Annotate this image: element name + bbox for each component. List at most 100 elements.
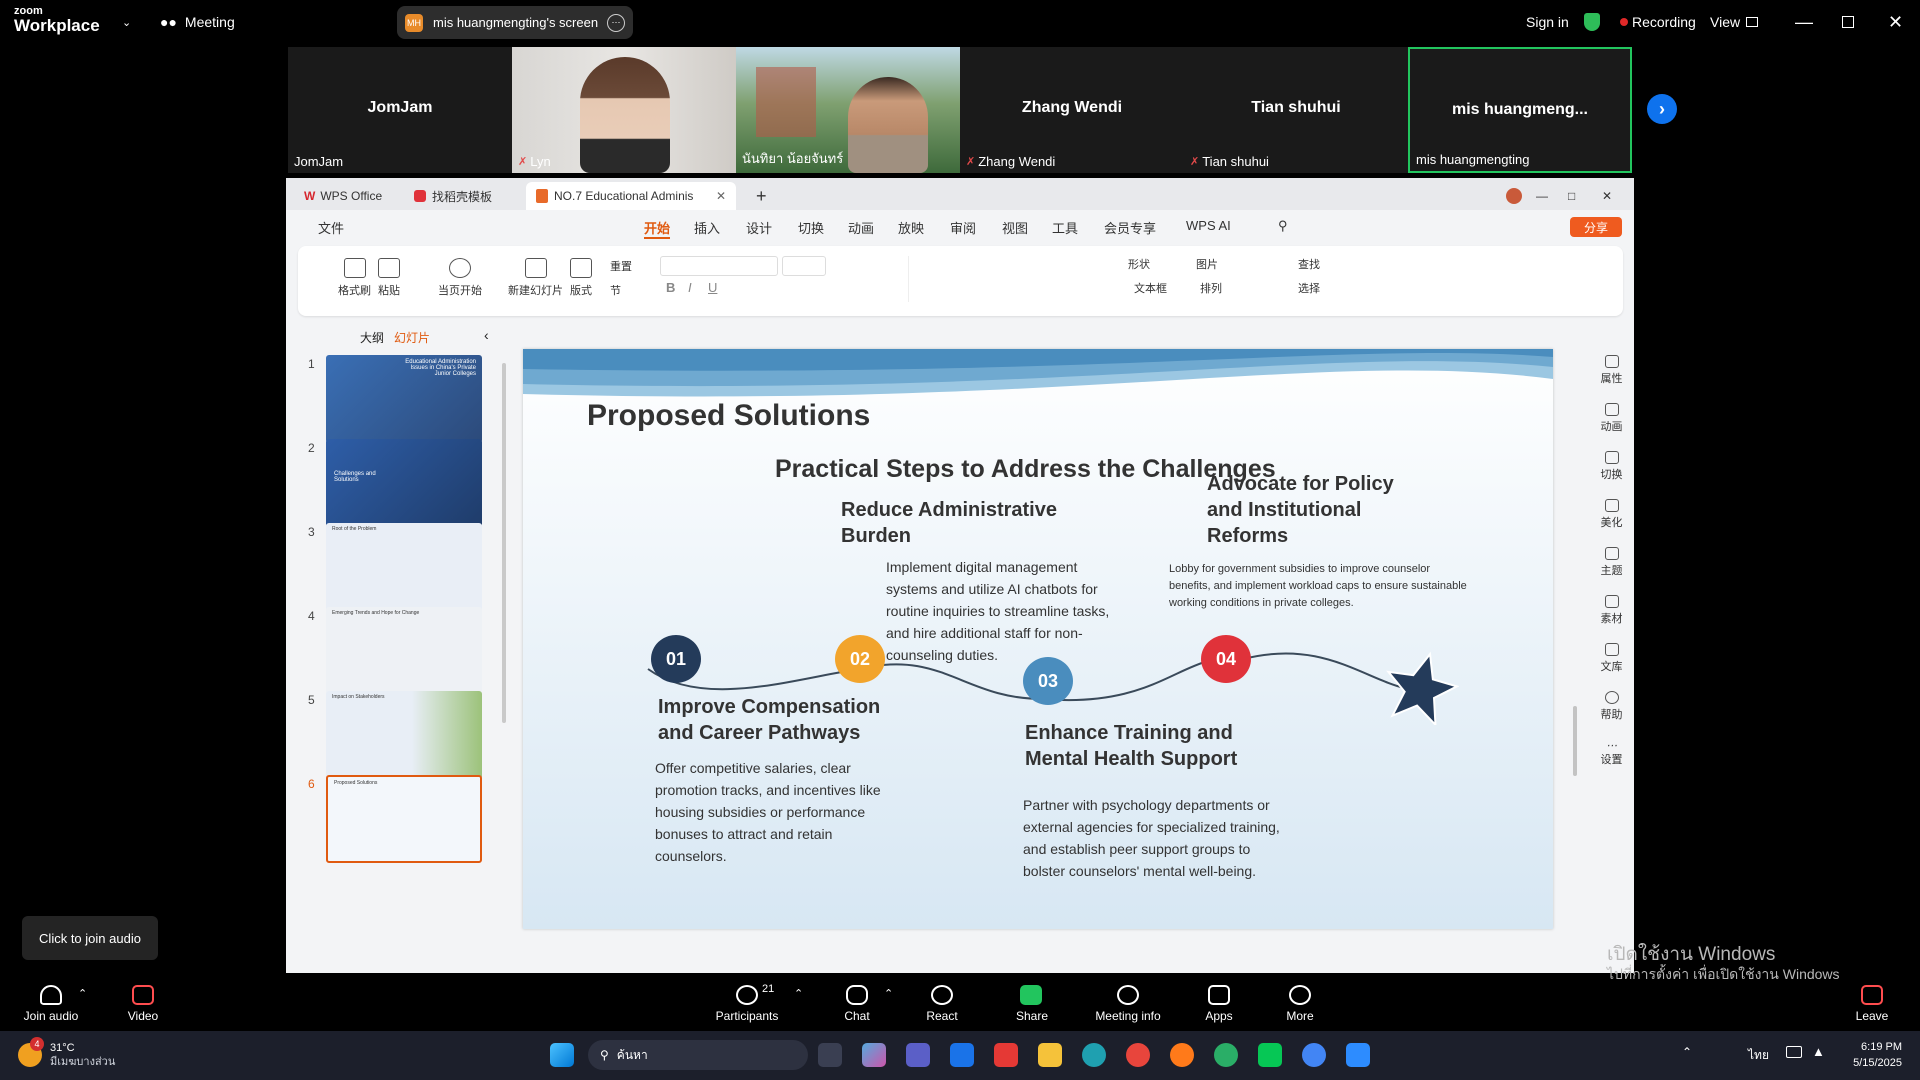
reset-button[interactable]: 重置 [610, 258, 632, 274]
italic-button[interactable]: I [688, 280, 692, 295]
react-button[interactable]: React [924, 973, 960, 1031]
slides-tab[interactable]: 幻灯片 [394, 329, 430, 346]
participant-tile-lyn[interactable]: ✗ Lyn [512, 47, 736, 173]
thumbnail-scrollbar[interactable] [502, 363, 506, 723]
layout-button[interactable]: 版式 [570, 258, 592, 298]
language-indicator[interactable]: ไทย [1748, 1046, 1769, 1065]
new-slide-button[interactable]: 新建幻灯片 [508, 258, 563, 298]
view-menu[interactable]: View [1710, 0, 1759, 44]
participants-button[interactable]: Participants [714, 973, 780, 1031]
library-button[interactable]: 文库 [1589, 643, 1634, 674]
logo-dropdown-icon[interactable]: ⌄ [122, 0, 131, 44]
outline-tab[interactable]: 大纲 [360, 329, 384, 346]
more-options-icon[interactable]: ⋯ [607, 13, 625, 32]
volume-icon[interactable]: ▲ [1812, 1044, 1825, 1059]
close-tab-icon[interactable]: ✕ [716, 189, 726, 203]
network-icon[interactable] [1786, 1046, 1802, 1058]
menu-file[interactable]: 文件 [318, 218, 344, 237]
menu-insert[interactable]: 插入 [694, 218, 720, 237]
font-size-select[interactable] [782, 256, 826, 276]
participants-caret[interactable]: ⌃ [794, 987, 803, 1000]
meeting-menu[interactable]: ●● Meeting [160, 0, 235, 44]
apps-button[interactable]: Apps [1204, 973, 1234, 1031]
file-explorer-icon[interactable] [1038, 1043, 1062, 1067]
more-button[interactable]: More [1284, 973, 1316, 1031]
paragraph-tools[interactable] [908, 256, 1118, 302]
tray-overflow-icon[interactable]: ⌃ [1682, 1045, 1692, 1059]
task-view-icon[interactable] [818, 1043, 842, 1067]
store-icon[interactable] [950, 1043, 974, 1067]
collapse-panel-icon[interactable]: ‹ [484, 327, 489, 343]
clock[interactable]: 6:19 PM 5/15/2025 [1840, 1039, 1902, 1071]
menu-slideshow[interactable]: 放映 [898, 218, 924, 237]
participant-tile-tian-shuhui[interactable]: Tian shuhui ✗ Tian shuhui [1184, 47, 1408, 173]
tab-wps-office[interactable]: W WPS Office [294, 182, 392, 210]
slide-scrollbar[interactable] [1573, 706, 1577, 776]
play-from-current-button[interactable]: 当页开始 [438, 258, 482, 298]
settings-button[interactable]: ⋯ 设置 [1589, 739, 1634, 767]
format-painter-button[interactable]: 格式刷 [338, 258, 371, 298]
screen-share-indicator[interactable]: MH mis huangmengting's screen ⋯ [397, 6, 633, 39]
bold-button[interactable]: B [666, 280, 675, 295]
line-icon[interactable] [1258, 1043, 1282, 1067]
menu-review[interactable]: 审阅 [950, 218, 976, 237]
slide-thumbnail-active[interactable]: Proposed Solutions [326, 775, 482, 863]
chrome-profile-icon[interactable] [1302, 1043, 1326, 1067]
section-button[interactable]: 节 [610, 282, 621, 298]
picture-button[interactable]: 图片 [1196, 256, 1218, 272]
chat-button[interactable]: Chat [842, 973, 872, 1031]
participant-tile-zhang-wendi[interactable]: Zhang Wendi ✗ Zhang Wendi [960, 47, 1184, 173]
security-shield-icon[interactable] [1584, 0, 1600, 44]
zoom-logo[interactable]: zoom Workplace [14, 6, 100, 35]
transition-button[interactable]: 切换 [1589, 451, 1634, 482]
help-button[interactable]: 帮助 [1589, 691, 1634, 722]
slide-thumbnail[interactable]: Educational Administration Issues in Chi… [326, 355, 482, 443]
window-restore[interactable]: □ [1558, 182, 1585, 210]
share-screen-button[interactable]: Share [1016, 973, 1048, 1031]
font-family-select[interactable] [660, 256, 778, 276]
copilot-icon[interactable] [862, 1043, 886, 1067]
tab-document[interactable]: NO.7 Educational Adminis ✕ [526, 182, 736, 210]
firefox-icon[interactable] [1170, 1043, 1194, 1067]
properties-button[interactable]: 属性 [1589, 355, 1634, 386]
shape-button[interactable]: 形状 [1128, 256, 1150, 272]
menu-view[interactable]: 视图 [1002, 218, 1028, 237]
join-audio-button[interactable]: Join audio [20, 973, 82, 1031]
start-button[interactable] [550, 1043, 574, 1067]
window-close[interactable]: ✕ [1592, 182, 1622, 210]
chat-caret[interactable]: ⌃ [884, 987, 893, 1000]
leave-button[interactable]: Leave [1854, 973, 1890, 1031]
chrome-icon[interactable] [1126, 1043, 1150, 1067]
beautify-button[interactable]: 美化 [1589, 499, 1634, 530]
gallery-next-button[interactable]: › [1647, 94, 1677, 124]
search-icon[interactable]: ⚲ [1278, 218, 1288, 234]
minimize-button[interactable]: — [1795, 0, 1813, 44]
menu-tools[interactable]: 工具 [1052, 218, 1078, 237]
slide-canvas[interactable]: Proposed Solutions Practical Steps to Ad… [523, 349, 1553, 929]
audio-options-caret[interactable]: ⌃ [78, 987, 87, 1000]
textbox-button[interactable]: 文本框 [1134, 280, 1167, 296]
zoom-app-icon[interactable] [1346, 1043, 1370, 1067]
wechat-icon[interactable] [1214, 1043, 1238, 1067]
participant-tile-huangmengting[interactable]: mis huangmeng... mis huangmengting [1408, 47, 1632, 173]
video-button[interactable]: Video [118, 973, 168, 1031]
app-red-icon[interactable] [994, 1043, 1018, 1067]
find-button[interactable]: 查找 [1298, 256, 1320, 272]
search-box[interactable]: ⚲ ค้นหา [588, 1040, 808, 1070]
menu-transition[interactable]: 切换 [798, 218, 824, 237]
material-button[interactable]: 素材 [1589, 595, 1634, 626]
menu-member[interactable]: 会员专享 [1104, 218, 1156, 237]
slide-thumbnail[interactable]: Impact on Stakeholders [326, 691, 482, 779]
user-avatar[interactable] [1496, 182, 1532, 210]
underline-button[interactable]: U [708, 280, 717, 295]
select-button[interactable]: 选择 [1298, 280, 1320, 296]
share-button[interactable]: 分享 [1570, 217, 1622, 237]
sign-in-link[interactable]: Sign in [1526, 0, 1569, 44]
restore-button[interactable] [1842, 0, 1854, 44]
arrange-button[interactable]: 排列 [1200, 280, 1222, 296]
recording-indicator[interactable]: Recording [1620, 0, 1696, 44]
slide-thumbnail[interactable]: Emerging Trends and Hope for Change [326, 607, 482, 695]
participant-tile-nanthiya[interactable]: นันทิยา น้อยจันทร์ [736, 47, 960, 173]
tab-templates[interactable]: 找稻壳模板 [404, 182, 502, 210]
teams-icon[interactable] [906, 1043, 930, 1067]
